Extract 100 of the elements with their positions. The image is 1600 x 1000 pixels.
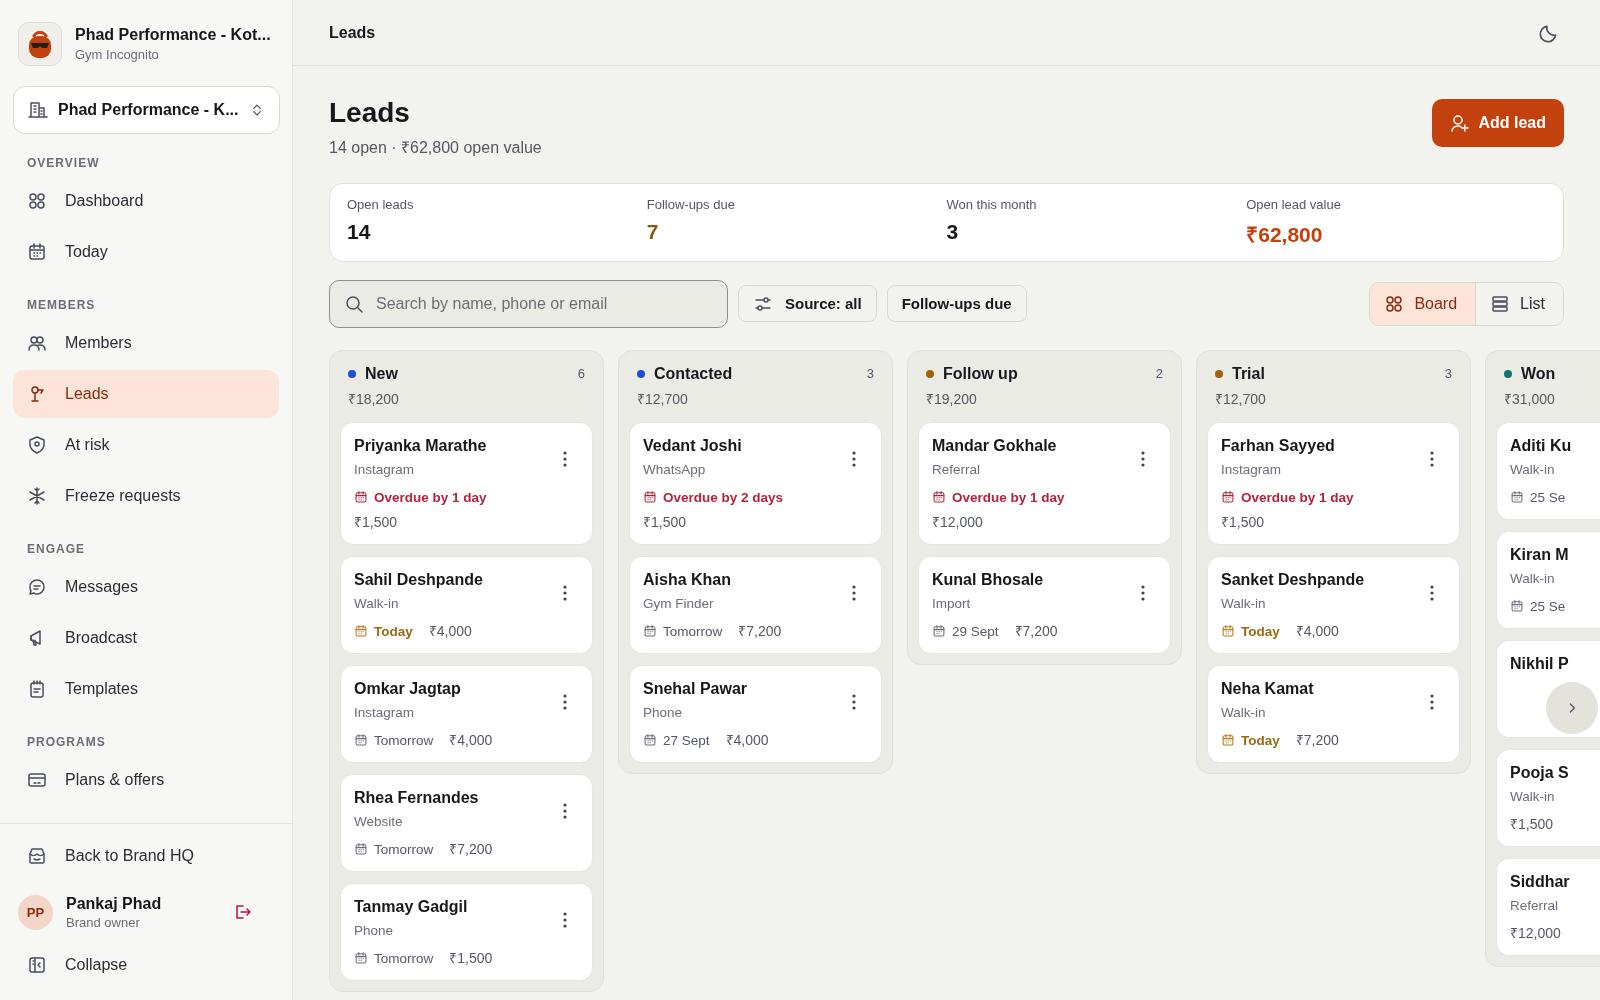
user-plus-icon <box>1450 113 1471 133</box>
calendar-icon <box>1221 490 1235 505</box>
section-heading: PROGRAMS <box>26 735 107 749</box>
lead-card[interactable]: Siddhar Referral ₹12,000 <box>1496 857 1600 956</box>
calendar-icon <box>932 490 946 505</box>
column-count: 3 <box>1444 366 1452 382</box>
nav-item[interactable]: Dashboard <box>13 177 279 225</box>
lead-card[interactable]: Snehal Pawar Phone 27 Sept ₹4,000 <box>629 664 882 763</box>
filter-button[interactable]: Source: all <box>738 285 877 323</box>
lead-value: ₹4,000 <box>449 731 493 749</box>
nav-item[interactable]: Messages <box>13 563 279 611</box>
lead-card[interactable]: Vedant Joshi WhatsApp Overdue by 2 days ₹1,500 <box>629 421 882 545</box>
lead-source: Phone <box>354 921 395 939</box>
more-icon[interactable] <box>1430 450 1434 467</box>
column-count: 2 <box>1155 366 1163 382</box>
lead-card[interactable]: Farhan Sayyed Instagram Overdue by 1 day ₹1,500 <box>1207 421 1460 545</box>
column-count: 3 <box>866 366 874 382</box>
search-field[interactable]: Search by name, phone or email <box>329 279 728 328</box>
user-avatar: PP <box>18 894 53 930</box>
more-icon[interactable] <box>1430 584 1434 601</box>
lead-card[interactable]: Aisha Khan Gym Finder Tomorrow ₹7,200 <box>629 555 882 654</box>
follow-up-date: Overdue by 1 day <box>952 488 1065 506</box>
add-lead-button[interactable]: Add lead <box>1432 99 1564 147</box>
follow-up-date: Overdue by 2 days <box>663 488 784 506</box>
more-icon[interactable] <box>563 693 567 710</box>
lead-source: Website <box>354 812 404 830</box>
nav-item[interactable]: Leads <box>13 370 279 418</box>
more-icon[interactable] <box>563 911 567 928</box>
lead-value: ₹1,500 <box>1510 815 1554 833</box>
column-title: Won <box>1521 364 1557 383</box>
column-title: Contacted <box>654 364 734 383</box>
lead-name: Sahil Deshpande <box>354 569 483 590</box>
lead-name: Priyanka Marathe <box>354 435 487 456</box>
collapse-button[interactable]: Collapse <box>13 941 279 989</box>
column-total: ₹12,700 <box>1214 389 1267 408</box>
lead-value: ₹12,000 <box>1510 924 1561 942</box>
nav-item[interactable]: Broadcast <box>13 614 279 662</box>
lead-card[interactable]: Neha Kamat Walk-in Today ₹7,200 <box>1207 664 1460 763</box>
store-icon <box>27 846 47 866</box>
calendar-icon <box>354 733 368 748</box>
calendar-icon <box>643 490 657 505</box>
nav-item[interactable]: Today <box>13 228 279 276</box>
calendar-icon <box>1510 599 1524 614</box>
lead-source: WhatsApp <box>643 460 707 478</box>
lead-card[interactable]: Tanmay Gadgil Phone Tomorrow ₹1,500 <box>340 882 593 981</box>
nav-item[interactable]: Freeze requests <box>13 472 279 520</box>
lead-value: ₹7,200 <box>1014 622 1058 640</box>
lead-source: Gym Finder <box>643 594 715 612</box>
lead-card[interactable]: Pooja S Walk-in ₹1,500 <box>1496 748 1600 847</box>
lead-name: Neha Kamat <box>1221 678 1314 699</box>
follow-up-date: Today <box>1241 731 1280 749</box>
page-breadcrumb: Leads <box>329 23 376 42</box>
page-subtitle: 14 open · ₹62,800 open value <box>329 137 542 158</box>
nav-item[interactable]: Templates <box>13 665 279 713</box>
lead-value: ₹1,500 <box>354 512 399 531</box>
lead-source: Referral <box>932 460 981 478</box>
more-icon[interactable] <box>563 802 567 819</box>
lead-value: ₹7,200 <box>1295 731 1339 749</box>
lead-card[interactable]: Sahil Deshpande Walk-in Today ₹4,000 <box>340 555 593 654</box>
lead-card[interactable]: Priyanka Marathe Instagram Overdue by 1 day ₹1,500 <box>340 421 593 545</box>
more-icon[interactable] <box>1141 450 1145 467</box>
follow-up-date: 25 Se <box>1530 488 1566 506</box>
location-selector[interactable]: Phad Performance - K... <box>13 86 280 134</box>
stat-value: 14 <box>347 219 372 244</box>
lead-card[interactable]: Kunal Bhosale Import 29 Sept ₹7,200 <box>918 555 1171 654</box>
nav-item[interactable]: Members <box>13 319 279 367</box>
lead-card[interactable]: Kiran M Walk-in 25 Se <box>1496 530 1600 629</box>
nav-item[interactable]: Plans & offers <box>13 756 279 804</box>
user-role: Brand owner <box>66 914 141 930</box>
lead-card[interactable]: Mandar Gokhale Referral Overdue by 1 day ₹12,000 <box>918 421 1171 545</box>
more-icon[interactable] <box>1141 584 1145 601</box>
calendar-icon <box>27 242 47 262</box>
more-icon[interactable] <box>563 450 567 467</box>
user-name: Pankaj Phad <box>66 894 163 913</box>
lead-name: Kiran M <box>1510 544 1569 565</box>
more-icon[interactable] <box>1430 693 1434 710</box>
view-tab[interactable]: Board <box>1370 282 1476 325</box>
follow-up-date: Today <box>374 622 413 640</box>
follow-up-date: Overdue by 1 day <box>374 488 487 506</box>
follow-up-date: 29 Sept <box>952 622 999 640</box>
calendar-icon <box>354 490 368 505</box>
lead-value: ₹7,200 <box>449 840 493 858</box>
more-icon[interactable] <box>852 450 856 467</box>
lead-card[interactable]: Sanket Deshpande Walk-in Today ₹4,000 <box>1207 555 1460 654</box>
more-icon[interactable] <box>852 693 856 710</box>
filter-button[interactable]: Follow-ups due <box>886 285 1027 323</box>
lead-card[interactable]: Rhea Fernandes Website Tomorrow ₹7,200 <box>340 773 593 872</box>
section-heading: MEMBERS <box>26 298 97 312</box>
lead-name: Vedant Joshi <box>643 435 742 456</box>
lead-value: ₹7,200 <box>738 622 782 640</box>
calendar-icon <box>354 951 368 966</box>
back-link[interactable]: Back to Brand HQ <box>13 832 279 880</box>
lead-card[interactable]: Aditi Ku Walk-in 25 Se <box>1496 421 1600 520</box>
more-icon[interactable] <box>852 584 856 601</box>
lead-source: Instagram <box>354 460 416 478</box>
view-tab[interactable]: List <box>1475 282 1563 325</box>
more-icon[interactable] <box>563 584 567 601</box>
gym-subtitle: Gym Incognito <box>75 47 160 62</box>
lead-card[interactable]: Omkar Jagtap Instagram Tomorrow ₹4,000 <box>340 664 593 763</box>
nav-item[interactable]: At risk <box>13 421 279 469</box>
